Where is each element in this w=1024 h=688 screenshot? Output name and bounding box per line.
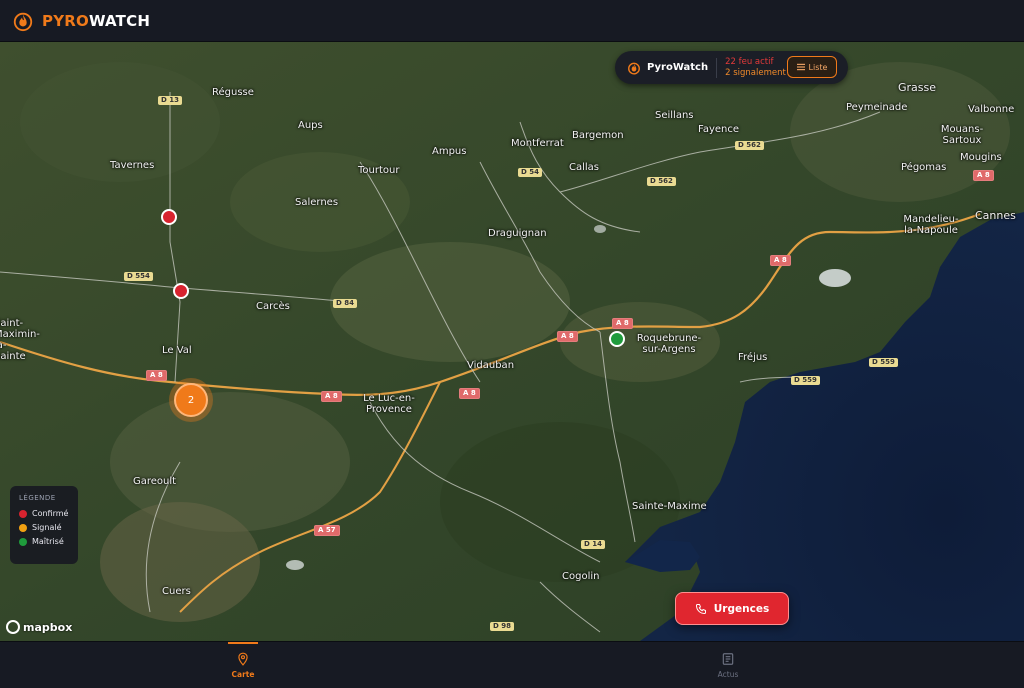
- nav-item-carte[interactable]: Carte: [213, 642, 273, 688]
- place-label: Sainte-Maxime: [632, 501, 707, 512]
- place-label: Ampus: [432, 146, 467, 157]
- place-label: Montferrat: [511, 138, 564, 149]
- legend-dot-red: [19, 509, 27, 518]
- status-pill: PyroWatch 22 feu actif 2 signalement Lis…: [615, 51, 848, 84]
- road-shield: D 54: [518, 168, 542, 177]
- place-label: Cannes: [975, 209, 1016, 222]
- place-label: Peymeinade: [846, 102, 908, 113]
- pill-title: PyroWatch: [647, 62, 709, 73]
- road-shield: D 559: [869, 358, 898, 367]
- road-shield: A 8: [770, 255, 791, 266]
- legend-dot-green: [19, 537, 27, 546]
- flame-icon: [628, 62, 640, 75]
- urgences-label: Urgences: [713, 602, 770, 615]
- road-shield: A 57: [314, 525, 340, 536]
- road-shield: D 13: [158, 96, 182, 105]
- fire-marker-confirmed[interactable]: [161, 209, 177, 225]
- place-label: Callas: [569, 162, 600, 173]
- place-label: Tavernes: [110, 160, 155, 171]
- pill-counts: 22 feu actif 2 signalement: [725, 57, 786, 79]
- road-shield: A 8: [973, 170, 994, 181]
- place-label: Bargemon: [572, 130, 624, 141]
- legend-label: Confirmé: [32, 509, 69, 518]
- place-label: Cogolin: [562, 571, 600, 582]
- list-button[interactable]: Liste: [787, 56, 837, 78]
- fire-marker-controlled[interactable]: [609, 331, 625, 347]
- flame-logo-icon: [13, 12, 33, 31]
- reports-count: 2 signalement: [725, 67, 786, 78]
- satellite-terrain: [0, 42, 1024, 641]
- map-view[interactable]: Régusse Aups Tavernes Salernes Tourtour …: [0, 42, 1024, 641]
- place-label: Le Luc-en-Provence: [363, 393, 415, 415]
- legend-label: Signalé: [32, 523, 62, 532]
- nav-active-indicator: [228, 642, 258, 644]
- pill-divider: [716, 57, 718, 78]
- legend-label: Maîtrisé: [32, 537, 64, 546]
- road-shield: D 98: [490, 622, 514, 631]
- legend-item-reported: Signalé: [19, 523, 69, 532]
- list-icon: [796, 63, 805, 71]
- road-shield: D 554: [124, 272, 153, 281]
- place-label: Régusse: [212, 87, 254, 98]
- mapbox-logo[interactable]: mapbox: [6, 620, 72, 634]
- legend-item-confirmed: Confirmé: [19, 509, 69, 518]
- cluster-count: 2: [174, 383, 208, 417]
- road-shield: D 14: [581, 540, 605, 549]
- place-label: Vidauban: [467, 360, 515, 371]
- place-label: Pégomas: [901, 162, 947, 173]
- place-label: Grasse: [898, 81, 937, 94]
- place-label: Fréjus: [738, 352, 768, 363]
- place-label: Roquebrune-sur-Argens: [636, 333, 702, 355]
- fire-cluster-marker[interactable]: 2: [169, 378, 213, 422]
- road-shield: D 84: [333, 299, 357, 308]
- mapbox-wordmark: mapbox: [23, 620, 73, 634]
- place-label: Le Val: [162, 345, 192, 356]
- place-label: Valbonne: [968, 104, 1015, 115]
- road-shield: A 8: [612, 318, 633, 329]
- fire-marker-confirmed[interactable]: [173, 283, 189, 299]
- place-label: Fayence: [698, 124, 740, 135]
- bottom-navigation: Carte Actus: [0, 641, 1024, 688]
- legend-item-controlled: Maîtrisé: [19, 537, 69, 546]
- nav-label: Carte: [231, 670, 255, 679]
- legend-dot-orange: [19, 523, 27, 532]
- urgences-button[interactable]: Urgences: [675, 592, 789, 625]
- mapbox-mark-icon: [6, 620, 20, 634]
- road-shield: A 8: [459, 388, 480, 399]
- place-label: Mouans-Sartoux: [940, 124, 984, 146]
- road-shield: D 562: [735, 141, 764, 150]
- nav-item-actus[interactable]: Actus: [698, 642, 758, 688]
- legend-title: LÉGENDE: [19, 494, 56, 502]
- place-label: Draguignan: [488, 228, 547, 239]
- place-label: Cuers: [162, 586, 191, 597]
- map-pin-icon: [238, 652, 248, 666]
- place-label: Salernes: [295, 197, 339, 208]
- road-shield: D 559: [791, 376, 820, 385]
- active-fires-count: 22 feu actif: [725, 56, 774, 67]
- brand-name: PYROWATCH: [42, 11, 151, 30]
- place-label: Gareoult: [133, 476, 177, 487]
- top-header: PYROWATCH: [0, 0, 1024, 42]
- nav-label: Actus: [717, 670, 739, 679]
- place-label: Mandelieu-la-Napoule: [903, 214, 959, 236]
- place-label: Aups: [298, 120, 323, 131]
- road-shield: D 562: [647, 177, 676, 186]
- place-label: Saint-Maximin-la-Sainte: [0, 318, 40, 362]
- place-label: Mougins: [960, 152, 1002, 163]
- road-shield: A 8: [321, 391, 342, 402]
- list-button-label: Liste: [808, 62, 828, 72]
- place-label: Tourtour: [358, 165, 400, 176]
- legend-panel: LÉGENDE Confirmé Signalé Maîtrisé: [10, 486, 78, 564]
- road-shield: A 8: [146, 370, 167, 381]
- place-label: Carcès: [256, 301, 290, 312]
- place-label: Seillans: [655, 110, 694, 121]
- phone-icon: [695, 603, 706, 614]
- newspaper-icon: [722, 653, 734, 665]
- road-shield: A 8: [557, 331, 578, 342]
